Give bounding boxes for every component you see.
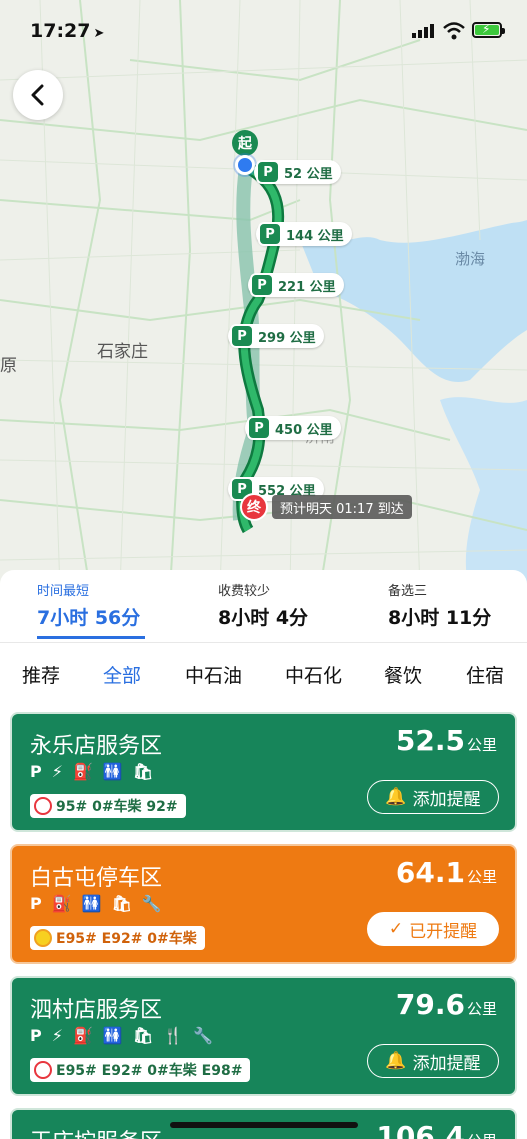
petrochina-logo-icon — [34, 929, 52, 947]
chevron-left-icon — [31, 84, 44, 106]
service-area-name: 永乐店服务区 — [30, 734, 163, 759]
sinopec-logo-icon — [34, 1061, 52, 1079]
fuel-types-badge: 95# 0#车柴 92# — [30, 794, 186, 818]
route-option-alt-three[interactable]: 备选三 8小时 11分 — [388, 580, 491, 630]
service-area-card[interactable]: 永乐店服务区 P ⚡ ⛽ 🚻 🛍 95# 0#车柴 92# 52.5 公里 🔔 添… — [10, 712, 517, 832]
status-time: 17:27 ➤ — [30, 20, 105, 42]
distance: 64.1 公里 — [395, 856, 497, 889]
map-sea-label: 渤海 — [455, 250, 486, 268]
tab-sinopec[interactable]: 中石化 — [285, 661, 342, 688]
stop-distance-label: 144 公里 — [286, 228, 344, 244]
shop-icon: 🛍 — [132, 762, 154, 781]
route-option-less-toll[interactable]: 收费较少 8小时 4分 — [218, 580, 308, 630]
map-city-label: 原 — [0, 356, 17, 376]
gas-station-icon: ⛽ — [51, 894, 72, 913]
back-button[interactable] — [13, 70, 63, 120]
bell-icon: 🔔 — [385, 787, 407, 807]
facility-icons: P ⚡ ⛽ 🚻 🛍 — [30, 762, 153, 781]
service-area-name: 泗村店服务区 — [30, 998, 163, 1023]
tab-dining[interactable]: 餐饮 — [384, 661, 422, 688]
distance: 79.6 公里 — [395, 988, 497, 1021]
bell-icon: 🔔 — [385, 1051, 407, 1071]
fuel-types: 95# 0#车柴 92# — [56, 799, 178, 815]
service-area-name: 王庆坨服务区 — [30, 1124, 162, 1139]
stop-distance-label: 52 公里 — [284, 166, 333, 182]
tab-lodging[interactable]: 住宿 — [466, 661, 504, 688]
shop-icon: 🛍 — [132, 1026, 154, 1045]
service-area-list: 永乐店服务区 P ⚡ ⛽ 🚻 🛍 95# 0#车柴 92# 52.5 公里 🔔 添… — [0, 702, 527, 1139]
tab-all[interactable]: 全部 — [103, 661, 141, 688]
sinopec-logo-icon — [34, 797, 52, 815]
wifi-icon — [443, 22, 465, 40]
battery-icon: ⚡ — [472, 22, 505, 38]
parking-pin[interactable]: P — [256, 160, 280, 184]
route-options: 时间最短 7小时 56分 收费较少 8小时 4分 备选三 8小时 11分 — [0, 570, 527, 642]
reminder-label: 添加提醒 — [412, 789, 481, 810]
fuel-types: E95# E92# 0#车柴 E98# — [56, 1063, 243, 1079]
category-tabs: 推荐 全部 中石油 中石化 餐饮 住宿 — [0, 642, 527, 702]
service-area-name: 白古屯停车区 — [30, 866, 163, 891]
shop-icon: 🛍 — [111, 894, 132, 913]
route-option-duration: 8小时 4分 — [218, 607, 309, 629]
fuel-types-badge: E95# E92# 0#车柴 — [30, 926, 205, 950]
route-option-duration: 7小时 56分 — [37, 607, 141, 629]
charging-icon: ⚡ — [51, 762, 63, 781]
active-route-indicator — [37, 636, 145, 639]
add-reminder-button[interactable]: 🔔 添加提醒 — [367, 1044, 499, 1078]
service-area-card[interactable]: 白古屯停车区 P ⛽ 🚻 🛍 🔧 E95# E92# 0#车柴 64.1 公里 ✓… — [10, 844, 517, 964]
parking-icon: P — [30, 894, 42, 913]
home-indicator — [170, 1122, 358, 1128]
gas-station-icon: ⛽ — [72, 1026, 93, 1045]
reminder-label: 添加提醒 — [412, 1053, 481, 1074]
tab-petrochina[interactable]: 中石油 — [185, 661, 242, 688]
status-bar: 17:27 ➤ ⚡ — [0, 0, 527, 62]
add-reminder-button[interactable]: 🔔 添加提醒 — [367, 780, 499, 814]
restroom-icon: 🚻 — [102, 1026, 123, 1045]
end-marker: 终 — [240, 493, 268, 521]
map-city-label: 石家庄 — [97, 342, 148, 362]
route-option-label: 收费较少 — [218, 584, 271, 599]
service-area-card[interactable]: 泗村店服务区 P ⚡ ⛽ 🚻 🛍 🍴 🔧 E95# E92# 0#车柴 E98#… — [10, 976, 517, 1096]
parking-pin[interactable]: P — [230, 324, 254, 348]
repair-icon: 🔧 — [193, 1026, 213, 1045]
reminder-enabled-button[interactable]: ✓ 已开提醒 — [367, 912, 499, 946]
distance: 52.5 公里 — [395, 724, 497, 757]
route-option-duration: 8小时 11分 — [388, 607, 492, 629]
stop-distance-label: 299 公里 — [258, 330, 316, 346]
repair-icon: 🔧 — [141, 894, 162, 913]
parking-icon: P — [30, 1026, 42, 1045]
fuel-types-badge: E95# E92# 0#车柴 E98# — [30, 1058, 251, 1082]
gas-station-icon: ⛽ — [72, 762, 93, 781]
parking-pin[interactable]: P — [250, 273, 274, 297]
reminder-label: 已开提醒 — [409, 921, 478, 942]
tab-recommended[interactable]: 推荐 — [22, 661, 60, 688]
restaurant-icon: 🍴 — [163, 1026, 184, 1045]
fuel-types: E95# E92# 0#车柴 — [56, 931, 197, 947]
location-arrow-icon: ➤ — [93, 26, 105, 41]
restroom-icon: 🚻 — [102, 762, 123, 781]
cellular-signal-icon — [412, 24, 434, 38]
stop-distance-label: 221 公里 — [278, 279, 336, 295]
parking-pin[interactable]: P — [247, 416, 271, 440]
facility-icons: P ⛽ 🚻 🛍 🔧 — [30, 894, 162, 913]
parking-pin[interactable]: P — [258, 222, 282, 246]
stop-distance-label: 450 公里 — [275, 422, 333, 438]
route-map[interactable]: 石家庄 原 渤海 天津 济南 起 52 公里 P 144 公里 P 221 公里… — [0, 0, 527, 590]
distance: 106.4公里 — [376, 1120, 497, 1139]
checkmark-icon: ✓ — [388, 919, 404, 939]
facility-icons: P ⚡ ⛽ 🚻 🛍 🍴 🔧 — [30, 1026, 213, 1045]
start-marker: 起 — [232, 130, 258, 156]
route-option-label: 备选三 — [388, 584, 428, 599]
route-option-fastest[interactable]: 时间最短 7小时 56分 — [37, 580, 140, 630]
route-option-label: 时间最短 — [37, 584, 90, 599]
charging-icon: ⚡ — [51, 1026, 63, 1045]
eta-label: 预计明天 01:17 到达 — [272, 495, 412, 519]
current-location-dot — [235, 155, 255, 175]
restroom-icon: 🚻 — [81, 894, 102, 913]
parking-icon: P — [30, 762, 42, 781]
